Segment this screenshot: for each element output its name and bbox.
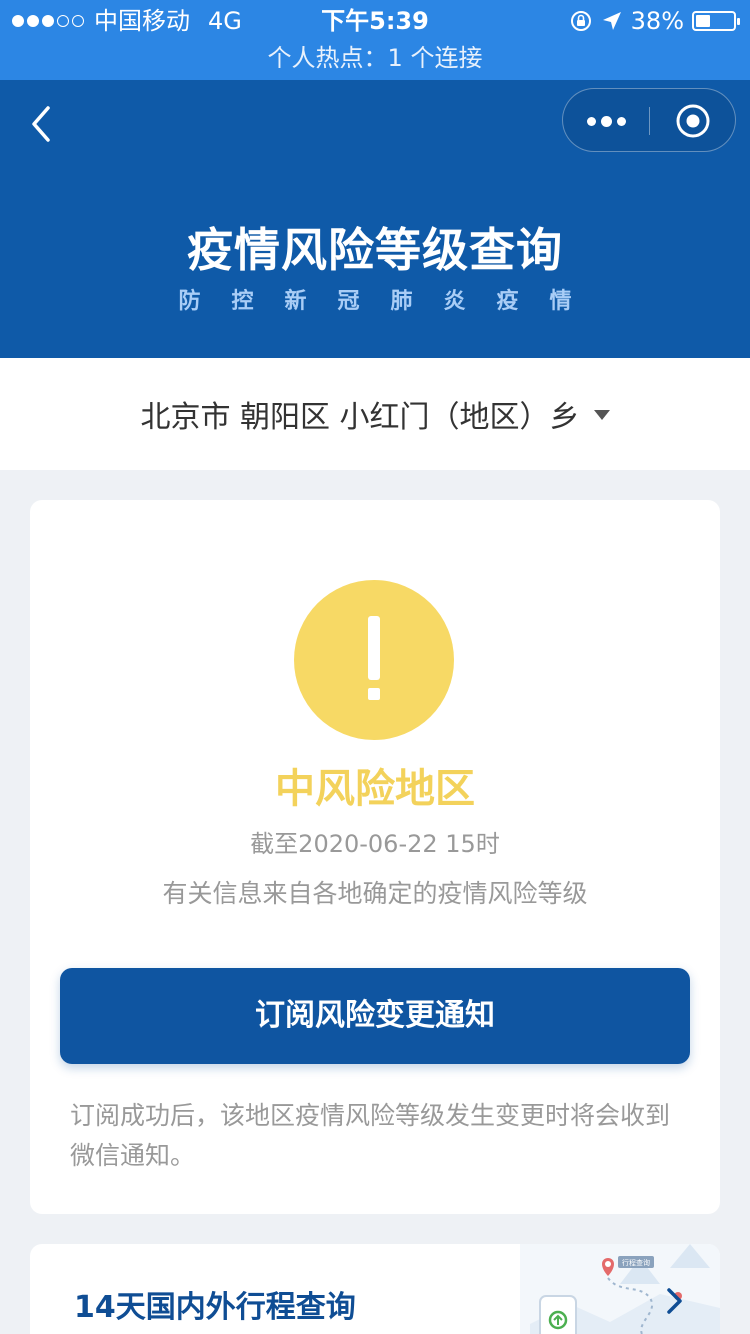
page: 中国移动 4G 下午5:39 38% 个人热点：1 个连接 疫情风险等级查询 防… [0, 0, 750, 1334]
subscribe-button[interactable]: 订阅风险变更通知 [60, 968, 690, 1064]
travel-map-illustration: 行程查询 [520, 1244, 720, 1334]
battery-icon [692, 11, 740, 31]
status-row: 中国移动 4G 下午5:39 38% [0, 4, 750, 38]
risk-level: 中风险地区 [275, 766, 475, 812]
location-value: 北京市 朝阳区 小红门（地区）乡 [140, 400, 580, 435]
miniprogram-capsule [562, 88, 736, 152]
chevron-right-icon[interactable] [662, 1286, 686, 1316]
location-picker[interactable]: 北京市 朝阳区 小红门（地区）乡 [0, 358, 750, 470]
page-title: 疫情风险等级查询 [187, 223, 563, 277]
back-arrow-icon[interactable] [22, 102, 62, 146]
travel-query-card[interactable]: 行程查询 14天国内外行程查询 [30, 1244, 720, 1334]
location-selector[interactable]: 北京市 朝阳区 小红门（地区）乡 [0, 358, 750, 470]
battery-percent: 38% [630, 7, 684, 35]
hotspot-banner[interactable]: 个人热点：1 个连接 [0, 40, 750, 76]
as-of-timestamp: 截至2020-06-22 15时 [250, 830, 500, 858]
page-subtitle: 防控新冠肺炎疫情 [178, 289, 603, 314]
status-bar: 中国移动 4G 下午5:39 38% 个人热点：1 个连接 [0, 0, 750, 80]
close-target-icon[interactable] [675, 103, 711, 139]
capsule-divider [649, 107, 650, 135]
more-dots-icon[interactable] [563, 89, 649, 153]
subscribe-note: 订阅成功后，该地区疫情风险等级发生变更时将会收到微信通知。 [70, 1101, 671, 1170]
risk-card: 中风险地区 截至2020-06-22 15时 有关信息来自各地确定的疫情风险等级… [30, 500, 720, 1214]
travel-query-title: 14天国内外行程查询 [74, 1290, 356, 1325]
status-right: 38% [569, 4, 740, 38]
dropdown-caret-icon [593, 410, 610, 420]
location-arrow-icon [602, 12, 621, 30]
warning-exclamation-icon [294, 580, 454, 740]
map-label: 行程查询 [622, 1258, 650, 1267]
rotation-lock-icon [570, 11, 591, 31]
page-header: 疫情风险等级查询 防控新冠肺炎疫情 [0, 80, 750, 358]
info-source-note: 有关信息来自各地确定的疫情风险等级 [162, 879, 588, 908]
